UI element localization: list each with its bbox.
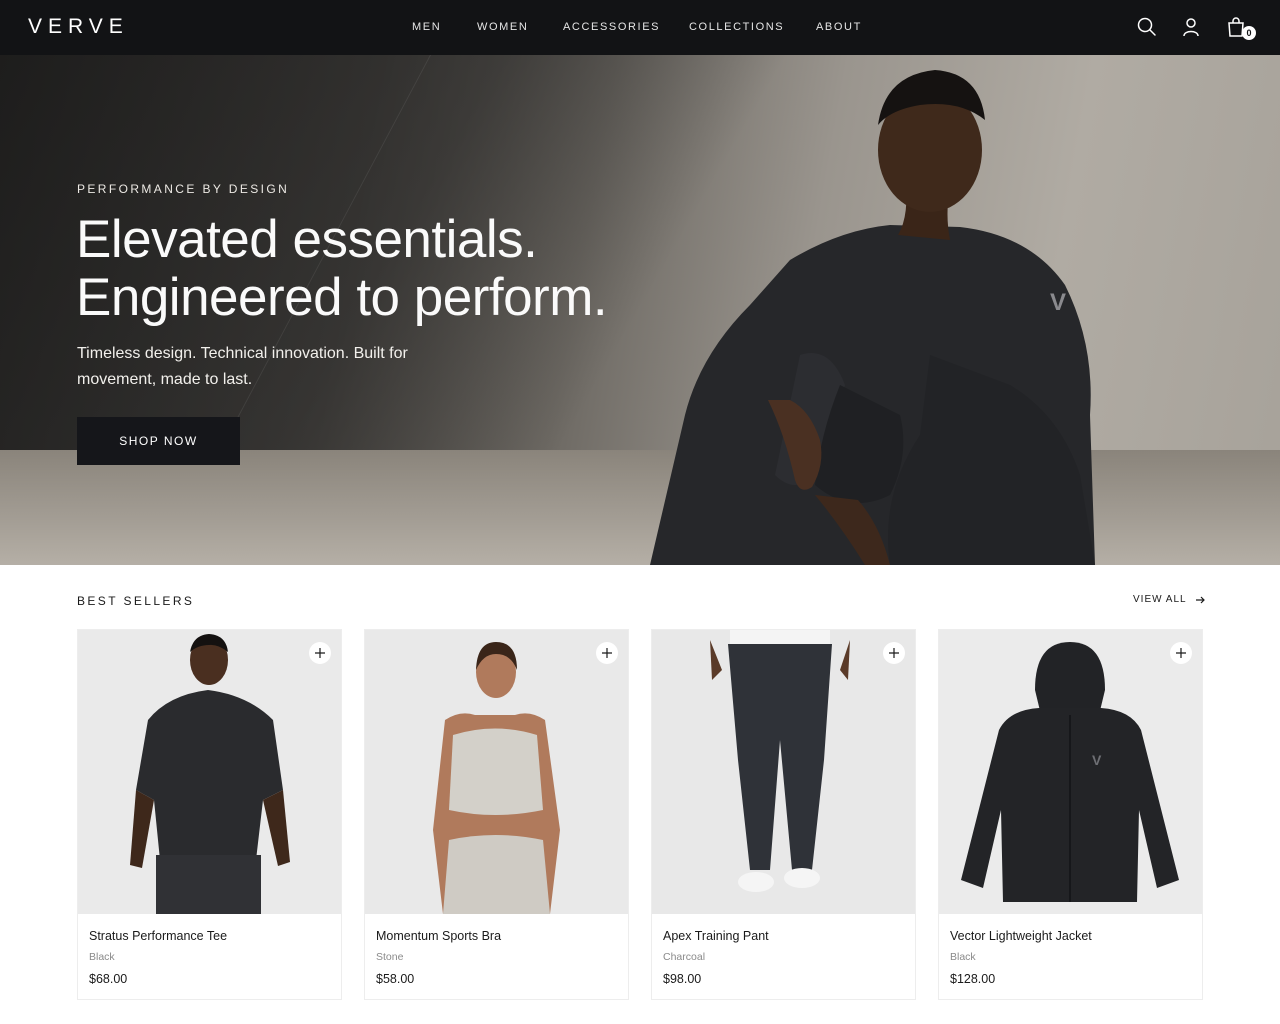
product-color: Stone bbox=[376, 951, 404, 963]
view-all-label: VIEW ALL bbox=[1133, 594, 1187, 605]
main-nav: MEN WOMEN ACCESSORIES COLLECTIONS ABOUT bbox=[0, 0, 1280, 55]
hero-model-image: V bbox=[650, 70, 1095, 565]
arrow-right-icon bbox=[1195, 596, 1205, 603]
hero-banner: V PERFORMANCE BY DESIGN Elevated essenti… bbox=[0, 55, 1280, 565]
product-price: $128.00 bbox=[950, 972, 996, 986]
product-card[interactable]: V Vector Lightweight Jacket Black $128.0… bbox=[938, 629, 1203, 1000]
product-card[interactable]: Momentum Sports Bra Stone $58.00 bbox=[364, 629, 629, 1000]
product-price: $68.00 bbox=[89, 972, 128, 986]
brand-logo[interactable]: VERVE bbox=[28, 15, 129, 39]
product-price: $58.00 bbox=[376, 972, 415, 986]
svg-text:V: V bbox=[1050, 289, 1066, 316]
product-name[interactable]: Apex Training Pant bbox=[663, 929, 769, 943]
best-sellers-title: BEST SELLERS bbox=[77, 594, 195, 608]
svg-text:V: V bbox=[1092, 752, 1102, 768]
hero-subtitle: Timeless design. Technical innovation. B… bbox=[77, 345, 408, 388]
shop-now-button[interactable]: SHOP NOW bbox=[77, 417, 240, 465]
nav-item-women[interactable]: WOMEN bbox=[477, 21, 528, 33]
product-name[interactable]: Stratus Performance Tee bbox=[89, 929, 227, 943]
product-color: Black bbox=[89, 951, 115, 963]
nav-item-men[interactable]: MEN bbox=[412, 21, 441, 33]
product-name[interactable]: Vector Lightweight Jacket bbox=[950, 929, 1092, 943]
hero-title-line1: Elevated essentials. bbox=[76, 210, 538, 269]
hero-title-line2: Engineered to perform. bbox=[76, 268, 608, 327]
product-name[interactable]: Momentum Sports Bra bbox=[376, 929, 501, 943]
product-image-apex-pant[interactable] bbox=[652, 630, 915, 914]
product-card[interactable]: Apex Training Pant Charcoal $98.00 bbox=[651, 629, 916, 1000]
account-icon[interactable] bbox=[1180, 16, 1202, 38]
product-card[interactable]: Stratus Performance Tee Black $68.00 bbox=[77, 629, 342, 1000]
add-to-cart-icon[interactable] bbox=[1170, 642, 1192, 664]
product-color: Charcoal bbox=[663, 951, 706, 963]
site-header: VERVE MEN WOMEN ACCESSORIES COLLECTIONS … bbox=[0, 0, 1280, 55]
product-image-stratus-tee[interactable] bbox=[78, 630, 341, 914]
product-color: Black bbox=[950, 951, 976, 963]
hero-eyebrow: PERFORMANCE BY DESIGN bbox=[77, 182, 290, 196]
product-price: $98.00 bbox=[663, 972, 702, 986]
product-image-vector-jacket[interactable]: V bbox=[939, 630, 1202, 914]
product-image-momentum-bra[interactable] bbox=[365, 630, 628, 914]
cart-count-badge: 0 bbox=[1242, 26, 1256, 40]
hero-title: Elevated essentials. Engineered to perfo… bbox=[76, 210, 608, 327]
nav-item-collections[interactable]: COLLECTIONS bbox=[689, 21, 784, 33]
nav-item-accessories[interactable]: ACCESSORIES bbox=[563, 21, 660, 33]
add-to-cart-icon[interactable] bbox=[883, 642, 905, 664]
nav-item-about[interactable]: ABOUT bbox=[816, 21, 862, 33]
view-all-link[interactable]: VIEW ALL bbox=[1133, 594, 1205, 605]
search-icon[interactable] bbox=[1136, 16, 1158, 38]
add-to-cart-icon[interactable] bbox=[596, 642, 618, 664]
add-to-cart-icon[interactable] bbox=[309, 642, 331, 664]
